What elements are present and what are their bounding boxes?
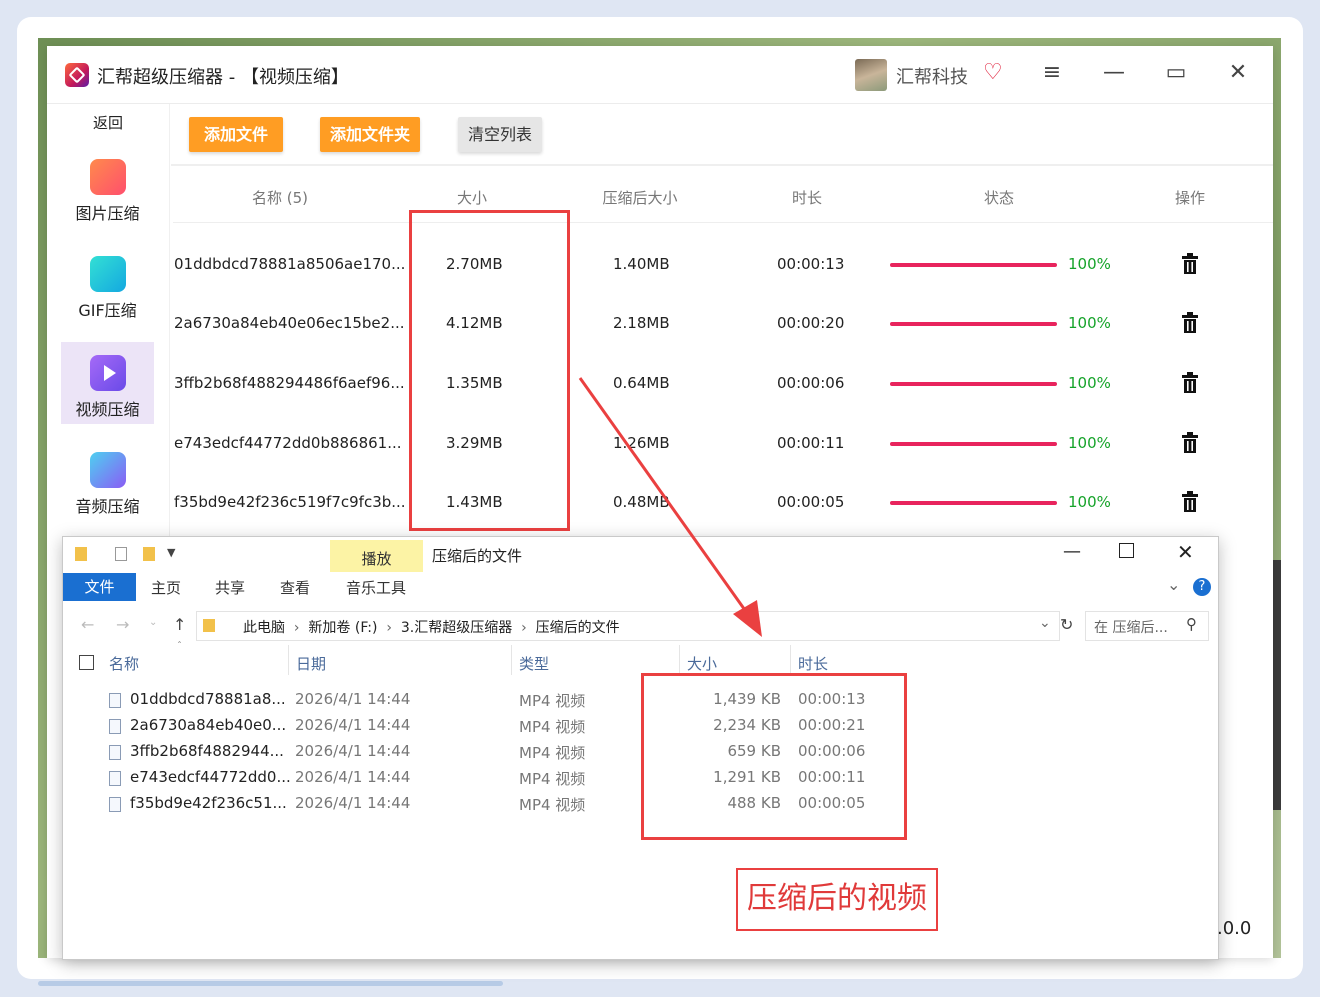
annotation-arrow (578, 377, 762, 637)
annotation-caption: 压缩后的视频 (736, 868, 938, 931)
version-label: .0.0 (1217, 918, 1252, 939)
